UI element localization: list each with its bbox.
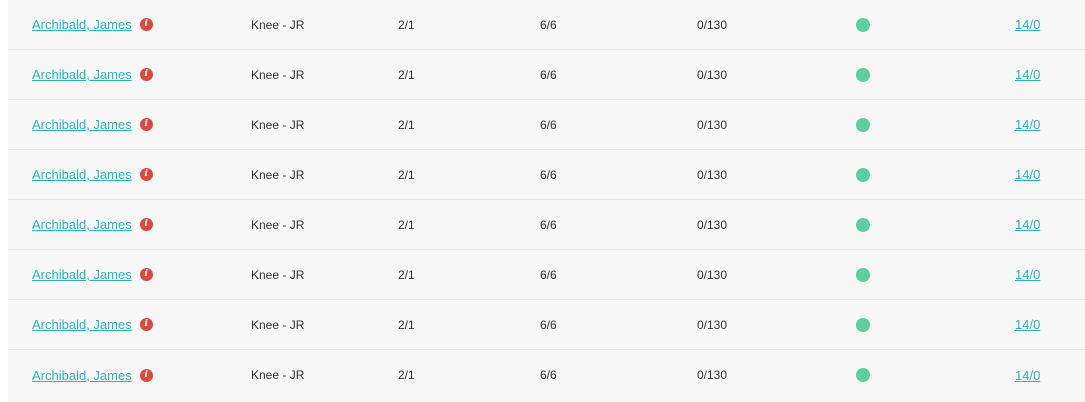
- procedure-type: Knee - JR: [251, 267, 305, 282]
- info-icon[interactable]: i: [139, 118, 153, 131]
- count-cell: 14/0: [1015, 0, 1040, 49]
- procedure-type: Knee - JR: [251, 368, 305, 382]
- value-c: 0/130: [697, 368, 728, 382]
- table-row: Archibald, James i Knee - JR 2/1 6/6 0/1…: [8, 150, 1085, 200]
- info-icon[interactable]: i: [139, 168, 153, 181]
- procedure-type: Knee - JR: [251, 17, 305, 32]
- patient-name-link[interactable]: Archibald, James: [32, 67, 132, 82]
- status-dot-icon: [856, 317, 870, 332]
- status-cell: [856, 300, 870, 349]
- count-cell: 14/0: [1015, 50, 1040, 99]
- info-icon[interactable]: i: [139, 218, 153, 231]
- value-a: 2/1: [398, 117, 415, 132]
- count-link[interactable]: 14/0: [1015, 167, 1040, 182]
- value-a: 2/1: [398, 67, 415, 82]
- patient-name-link[interactable]: Archibald, James: [32, 267, 132, 282]
- value-b: 6/6: [540, 267, 557, 282]
- value-b: 6/6: [540, 117, 557, 132]
- patient-name-link[interactable]: Archibald, James: [32, 17, 132, 32]
- procedure-type: Knee - JR: [251, 317, 305, 332]
- count-link[interactable]: 14/0: [1015, 67, 1040, 82]
- count-cell: 14/0: [1015, 250, 1040, 299]
- count-link[interactable]: 14/0: [1015, 317, 1040, 332]
- name-cell: Archibald, James i: [32, 250, 153, 299]
- info-icon[interactable]: i: [139, 268, 153, 281]
- value-b: 6/6: [540, 368, 557, 382]
- name-cell: Archibald, James i: [32, 50, 153, 99]
- name-cell: Archibald, James i: [32, 0, 153, 49]
- info-icon[interactable]: i: [139, 368, 153, 382]
- value-b: 6/6: [540, 317, 557, 332]
- table-row: Archibald, James i Knee - JR 2/1 6/6 0/1…: [8, 350, 1085, 400]
- status-cell: [856, 200, 870, 249]
- patient-table: Archibald, James i Knee - JR 2/1 6/6 0/1…: [8, 0, 1085, 402]
- value-c: 0/130: [697, 317, 728, 332]
- value-a: 2/1: [398, 267, 415, 282]
- info-icon[interactable]: i: [139, 68, 153, 81]
- value-c: 0/130: [697, 67, 728, 82]
- value-c: 0/130: [697, 117, 728, 132]
- status-cell: [856, 150, 870, 199]
- name-cell: Archibald, James i: [32, 350, 153, 400]
- value-b: 6/6: [540, 217, 557, 232]
- count-link[interactable]: 14/0: [1015, 17, 1040, 32]
- value-b: 6/6: [540, 67, 557, 82]
- table-row: Archibald, James i Knee - JR 2/1 6/6 0/1…: [8, 50, 1085, 100]
- name-cell: Archibald, James i: [32, 300, 153, 349]
- value-c: 0/130: [697, 267, 728, 282]
- info-icon[interactable]: i: [139, 318, 153, 331]
- name-cell: Archibald, James i: [32, 150, 153, 199]
- status-dot-icon: [856, 17, 870, 32]
- status-cell: [856, 100, 870, 149]
- name-cell: Archibald, James i: [32, 100, 153, 149]
- status-dot-icon: [856, 217, 870, 232]
- value-a: 2/1: [398, 317, 415, 332]
- value-a: 2/1: [398, 167, 415, 182]
- count-cell: 14/0: [1015, 350, 1040, 400]
- procedure-type: Knee - JR: [251, 217, 305, 232]
- procedure-type: Knee - JR: [251, 67, 305, 82]
- table-row: Archibald, James i Knee - JR 2/1 6/6 0/1…: [8, 0, 1085, 50]
- count-cell: 14/0: [1015, 100, 1040, 149]
- value-b: 6/6: [540, 17, 557, 32]
- table-row: Archibald, James i Knee - JR 2/1 6/6 0/1…: [8, 200, 1085, 250]
- patient-name-link[interactable]: Archibald, James: [32, 317, 132, 332]
- count-link[interactable]: 14/0: [1015, 368, 1040, 383]
- status-dot-icon: [856, 267, 870, 282]
- status-dot-icon: [856, 117, 870, 132]
- status-cell: [856, 350, 870, 400]
- procedure-type: Knee - JR: [251, 117, 305, 132]
- status-cell: [856, 50, 870, 99]
- name-cell: Archibald, James i: [32, 200, 153, 249]
- table-row: Archibald, James i Knee - JR 2/1 6/6 0/1…: [8, 300, 1085, 350]
- count-cell: 14/0: [1015, 200, 1040, 249]
- status-cell: [856, 0, 870, 49]
- table-row: Archibald, James i Knee - JR 2/1 6/6 0/1…: [8, 100, 1085, 150]
- procedure-type: Knee - JR: [251, 167, 305, 182]
- count-link[interactable]: 14/0: [1015, 217, 1040, 232]
- value-c: 0/130: [697, 17, 728, 32]
- patient-name-link[interactable]: Archibald, James: [32, 368, 132, 383]
- value-a: 2/1: [398, 17, 415, 32]
- info-icon[interactable]: i: [139, 18, 153, 31]
- value-b: 6/6: [540, 167, 557, 182]
- value-c: 0/130: [697, 217, 728, 232]
- count-link[interactable]: 14/0: [1015, 267, 1040, 282]
- status-cell: [856, 250, 870, 299]
- patient-name-link[interactable]: Archibald, James: [32, 167, 132, 182]
- status-dot-icon: [856, 368, 870, 382]
- status-dot-icon: [856, 167, 870, 182]
- count-cell: 14/0: [1015, 150, 1040, 199]
- value-a: 2/1: [398, 217, 415, 232]
- value-c: 0/130: [697, 167, 728, 182]
- value-a: 2/1: [398, 368, 415, 382]
- count-link[interactable]: 14/0: [1015, 117, 1040, 132]
- patient-name-link[interactable]: Archibald, James: [32, 217, 132, 232]
- count-cell: 14/0: [1015, 300, 1040, 349]
- table-row: Archibald, James i Knee - JR 2/1 6/6 0/1…: [8, 250, 1085, 300]
- patient-name-link[interactable]: Archibald, James: [32, 117, 132, 132]
- status-dot-icon: [856, 67, 870, 82]
